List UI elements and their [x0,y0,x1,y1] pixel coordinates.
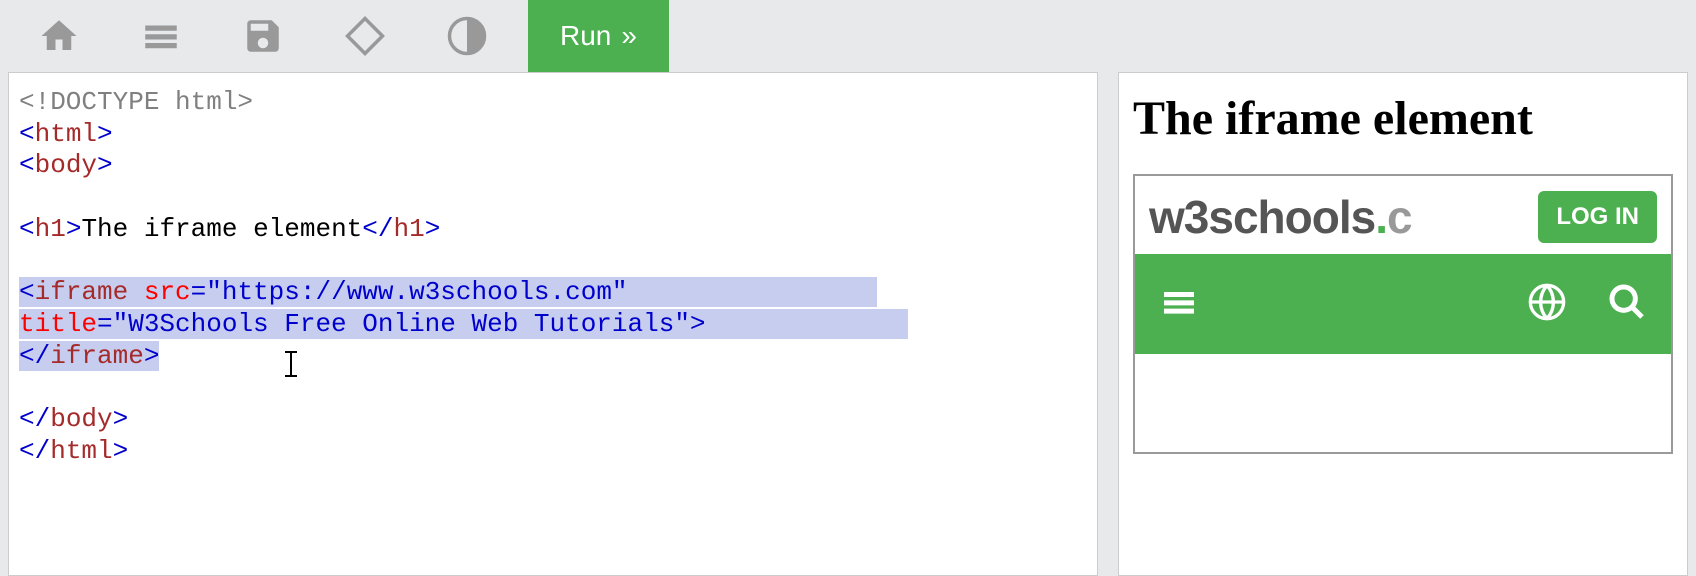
code-token: < [19,277,35,307]
result-heading: The iframe element [1133,91,1673,146]
code-token: </ [362,214,393,244]
w3schools-logo: w3schools.c [1149,190,1412,244]
code-token: The iframe element [81,214,362,244]
logo-part: c [1387,191,1412,243]
logo-part: schools [1208,191,1375,243]
code-token: h1 [35,214,66,244]
code-token: > [144,341,160,371]
code-token: > [425,214,441,244]
code-token: iframe [35,277,129,307]
login-button[interactable]: LOG IN [1538,191,1657,243]
toolbar: Run » [0,0,1696,72]
code-token: < [19,214,35,244]
code-token: </ [19,341,50,371]
home-icon[interactable] [30,7,88,65]
code-token: <!DOCTYPE html> [19,87,253,117]
code-token: html [50,436,112,466]
iframe-header: w3schools.c LOG IN [1135,176,1671,254]
code-token: iframe [50,341,144,371]
rotate-icon[interactable] [336,7,394,65]
run-button[interactable]: Run » [528,0,669,72]
code-token: h1 [394,214,425,244]
menu-icon[interactable] [1159,282,1199,327]
code-token [128,277,144,307]
code-token: > [97,119,113,149]
save-icon[interactable] [234,7,292,65]
code-token: > [690,309,706,339]
code-token: body [35,150,97,180]
code-token: > [113,436,129,466]
code-token: "W3Schools Free Online Web Tutorials" [113,309,690,339]
code-token: > [97,150,113,180]
code-token: html [35,119,97,149]
logo-part: . [1375,191,1387,243]
code-token: > [66,214,82,244]
code-token: </ [19,404,50,434]
globe-icon[interactable] [1527,282,1567,327]
code-token: "https://www.w3schools.com" [206,277,627,307]
result-panel: The iframe element w3schools.c LOG IN [1118,72,1688,576]
code-token: = [191,277,207,307]
code-token: </ [19,436,50,466]
iframe-preview[interactable]: w3schools.c LOG IN [1133,174,1673,454]
chevron-right-icon: » [621,20,637,52]
code-token: < [19,150,35,180]
code-token: body [50,404,112,434]
code-token: < [19,119,35,149]
code-token: = [97,309,113,339]
panels: <!DOCTYPE html> <html> <body> <h1>The if… [0,72,1696,576]
menu-icon[interactable] [132,7,190,65]
code-token: title [19,309,97,339]
theme-icon[interactable] [438,7,496,65]
code-editor[interactable]: <!DOCTYPE html> <html> <body> <h1>The if… [8,72,1098,576]
code-token: src [144,277,191,307]
code-token: > [113,404,129,434]
logo-part: w3 [1149,191,1208,243]
run-button-label: Run [560,20,611,52]
iframe-nav [1135,254,1671,354]
search-icon[interactable] [1607,282,1647,327]
